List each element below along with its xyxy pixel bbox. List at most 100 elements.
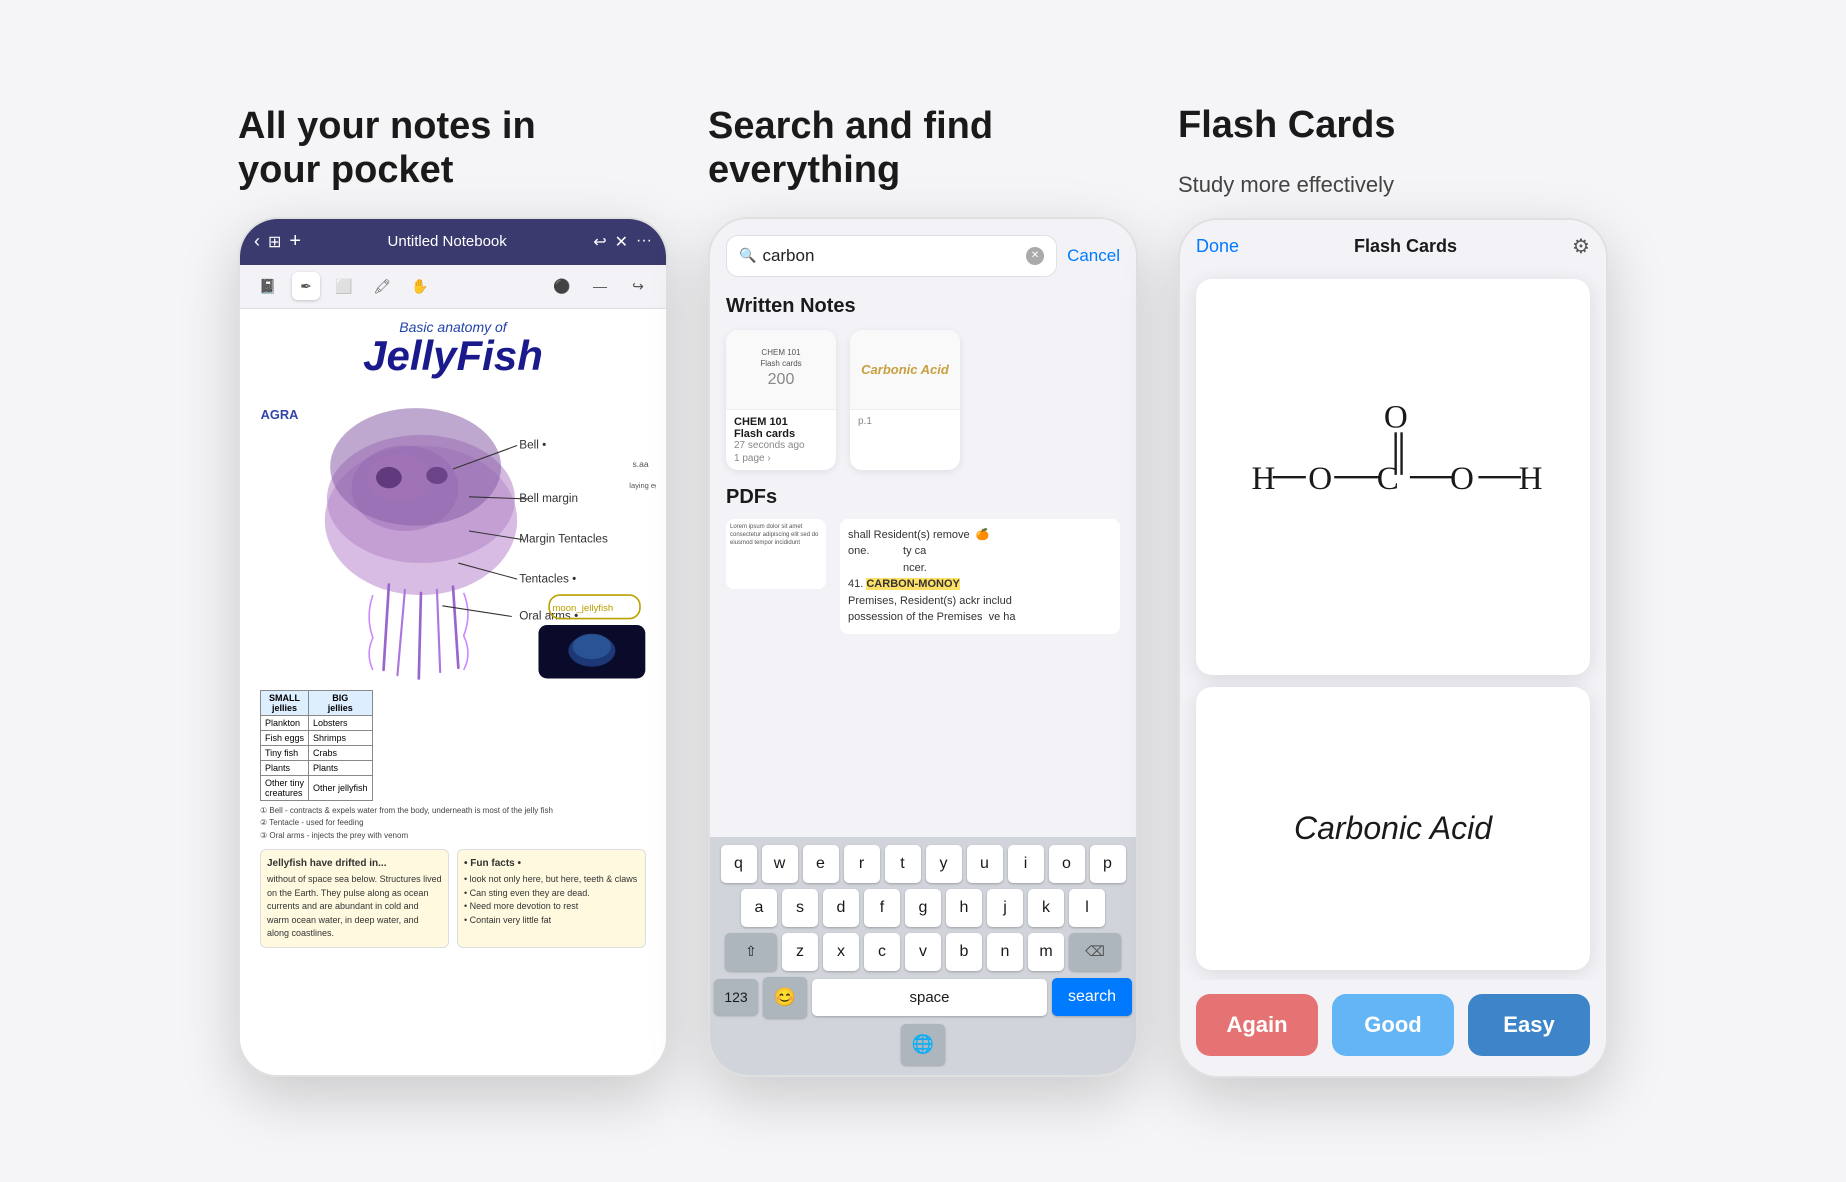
jellyfish-title: JellyFish — [250, 335, 656, 377]
key-z[interactable]: z — [782, 933, 818, 971]
result-card-1-pages: 1 page › — [734, 453, 828, 464]
search-value: carbon — [762, 246, 1020, 266]
search-box[interactable]: 🔍 carbon ✕ — [726, 235, 1057, 277]
key-r[interactable]: r — [844, 845, 880, 883]
highlighter-tool-icon[interactable]: 🖍 — [368, 272, 396, 300]
key-a[interactable]: a — [741, 889, 777, 927]
easy-button[interactable]: Easy — [1468, 994, 1590, 1056]
undo-icon[interactable]: ↩ — [593, 232, 606, 252]
fact-box-1: Jellyfish have drifted in... without of … — [260, 849, 449, 948]
key-search[interactable]: search — [1052, 978, 1132, 1016]
pdf-carbon-highlight: CARBON-MONOY — [866, 578, 960, 590]
key-delete[interactable]: ⌫ — [1069, 933, 1121, 971]
key-c[interactable]: c — [864, 933, 900, 971]
result-card-1-info: CHEM 101Flash cards 27 seconds ago 1 pag… — [726, 410, 836, 470]
panel-1: All your notes inyour pocket ‹ ⊞ + Untit… — [238, 105, 668, 1076]
more-icon[interactable]: ··· — [636, 232, 652, 252]
fun-facts-section: Jellyfish have drifted in... without of … — [260, 849, 646, 948]
key-o[interactable]: o — [1049, 845, 1085, 883]
carbonic-acid-svg: H O C O — [1216, 299, 1571, 655]
result-card-2[interactable]: Carbonic Acid p.1 — [850, 330, 960, 470]
kb-row-4: 123 😊 space search — [714, 977, 1132, 1018]
svg-text:H: H — [1251, 461, 1275, 497]
color-icon[interactable]: — — [586, 272, 614, 300]
note-content: Basic anatomy of JellyFish — [240, 309, 666, 1075]
key-globe[interactable]: 🌐 — [901, 1024, 945, 1065]
flashcard-back-text: Carbonic Acid — [1294, 810, 1492, 847]
eraser-tool-icon[interactable]: ⬜ — [330, 272, 358, 300]
key-d[interactable]: d — [823, 889, 859, 927]
search-input-row: 🔍 carbon ✕ Cancel — [726, 235, 1120, 277]
grid-icon[interactable]: ⊞ — [268, 232, 281, 252]
pdf-results-row: Lorem ipsum dolor sit amet consectetur a… — [726, 519, 1120, 634]
panel-2: Search and findeverything 🔍 carbon ✕ Can… — [708, 105, 1138, 1076]
key-f[interactable]: f — [864, 889, 900, 927]
drawing-toolbar: 📓 ✒ ⬜ 🖍 ✋ ⚫ — ↪ — [240, 265, 666, 309]
key-u[interactable]: u — [967, 845, 1003, 883]
svg-text:O: O — [1308, 461, 1332, 497]
svg-text:Bell •: Bell • — [519, 438, 546, 451]
pdf-thumb-text: Lorem ipsum dolor sit amet consectetur a… — [730, 523, 822, 548]
result-card-1-thumb: CHEM 101Flash cards200 — [726, 330, 836, 410]
keyboard: q w e r t y u i o p a s d — [710, 837, 1136, 1075]
key-s[interactable]: s — [782, 889, 818, 927]
again-button[interactable]: Again — [1196, 994, 1318, 1056]
key-h[interactable]: h — [946, 889, 982, 927]
flashcard-front[interactable]: H O C O — [1196, 279, 1590, 675]
done-button[interactable]: Done — [1196, 236, 1239, 257]
search-results: Written Notes CHEM 101Flash cards200 CHE… — [710, 285, 1136, 837]
key-m[interactable]: m — [1028, 933, 1064, 971]
key-n[interactable]: n — [987, 933, 1023, 971]
cancel-button[interactable]: Cancel — [1067, 246, 1120, 266]
svg-text:moon_jellyfish: moon_jellyfish — [552, 603, 613, 614]
key-g[interactable]: g — [905, 889, 941, 927]
panel2-title: Search and findeverything — [708, 105, 993, 192]
key-b[interactable]: b — [946, 933, 982, 971]
flashcard-back[interactable]: Carbonic Acid — [1196, 687, 1590, 970]
result-card-1[interactable]: CHEM 101Flash cards200 CHEM 101Flash car… — [726, 330, 836, 470]
back-icon[interactable]: ‹ — [254, 231, 260, 252]
key-x[interactable]: x — [823, 933, 859, 971]
key-q[interactable]: q — [721, 845, 757, 883]
key-shift[interactable]: ⇧ — [725, 933, 777, 971]
shape-tool-icon[interactable]: ✋ — [406, 272, 434, 300]
close-icon[interactable]: ✕ — [615, 232, 628, 252]
key-p[interactable]: p — [1090, 845, 1126, 883]
written-notes-results: CHEM 101Flash cards200 CHEM 101Flash car… — [726, 330, 1120, 470]
notebook-title: Untitled Notebook — [309, 233, 585, 250]
search-clear-icon[interactable]: ✕ — [1026, 247, 1044, 265]
good-button[interactable]: Good — [1332, 994, 1454, 1056]
key-w[interactable]: w — [762, 845, 798, 883]
key-emoji[interactable]: 😊 — [763, 977, 807, 1018]
key-v[interactable]: v — [905, 933, 941, 971]
svg-text:O: O — [1450, 461, 1474, 497]
key-num[interactable]: 123 — [714, 979, 758, 1015]
flashcard-area: H O C O — [1180, 269, 1606, 980]
main-container: All your notes inyour pocket ‹ ⊞ + Untit… — [0, 0, 1846, 1182]
panel3-subtitle: Study more effectively — [1178, 172, 1394, 198]
result-card-1-meta: 27 seconds ago — [734, 440, 828, 451]
pdf-thumb: Lorem ipsum dolor sit amet consectetur a… — [726, 519, 826, 589]
brush-size-icon[interactable]: ⚫ — [548, 272, 576, 300]
phone2-inner: 🔍 carbon ✕ Cancel Written Notes — [710, 219, 1136, 1075]
key-j[interactable]: j — [987, 889, 1023, 927]
key-t[interactable]: t — [885, 845, 921, 883]
undo-draw-icon[interactable]: ↪ — [624, 272, 652, 300]
notebook-tool-icon[interactable]: 📓 — [254, 272, 282, 300]
kb-row-3: ⇧ z x c v b n m ⌫ — [714, 933, 1132, 971]
result-card-2-thumb: Carbonic Acid — [850, 330, 960, 410]
add-page-icon[interactable]: + — [289, 230, 301, 253]
filter-icon[interactable]: ⚙ — [1572, 234, 1590, 259]
panel-3: Flash Cards Study more effectively Done … — [1178, 104, 1608, 1078]
key-k[interactable]: k — [1028, 889, 1064, 927]
key-i[interactable]: i — [1008, 845, 1044, 883]
key-l[interactable]: l — [1069, 889, 1105, 927]
flashcard-buttons: Again Good Easy — [1180, 980, 1606, 1076]
pen-tool-icon[interactable]: ✒ — [292, 272, 320, 300]
key-y[interactable]: y — [926, 845, 962, 883]
key-e[interactable]: e — [803, 845, 839, 883]
svg-text:O: O — [1384, 399, 1408, 435]
key-space[interactable]: space — [812, 979, 1047, 1016]
fact-box-2: • Fun facts • • look not only here, but … — [457, 849, 646, 948]
diet-table: SMALLjellies BIGjellies PlanktonLobsters… — [260, 690, 373, 801]
